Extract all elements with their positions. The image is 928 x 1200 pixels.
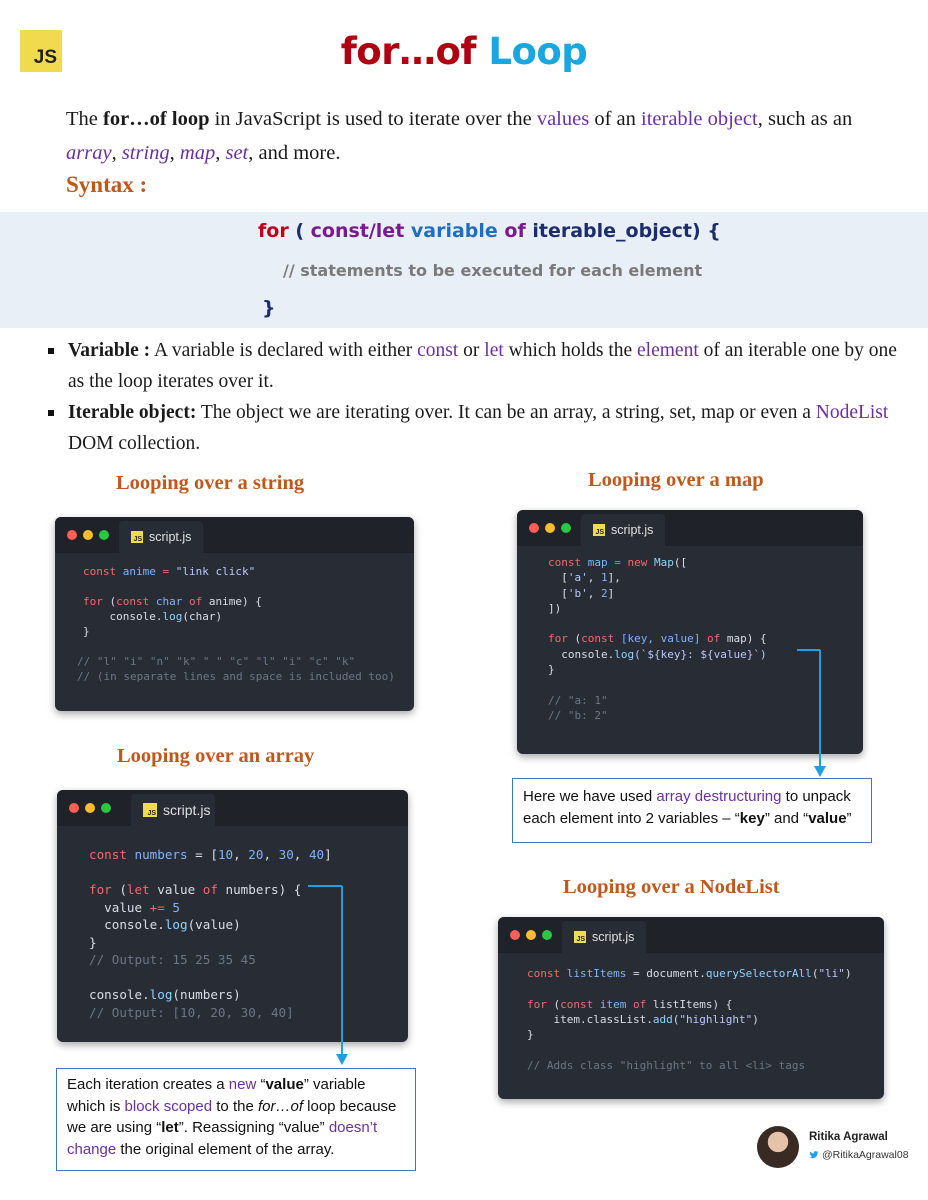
twitter-bird-icon [809,1151,819,1159]
author-handle: @RitikaAgrawal08 [822,1149,909,1161]
arrow-array [308,885,348,1065]
author-name: Ritika Agrawal [809,1131,888,1143]
author-handle-row[interactable]: @RitikaAgrawal08 [809,1149,909,1161]
arrow-map [797,649,826,777]
arrow-array-head-icon [336,1054,348,1065]
arrow-map-head-icon [814,766,826,777]
author-card: Ritika Agrawal @RitikaAgrawal08 [757,1126,917,1170]
callout-arrows [308,649,826,1065]
avatar [757,1126,799,1168]
